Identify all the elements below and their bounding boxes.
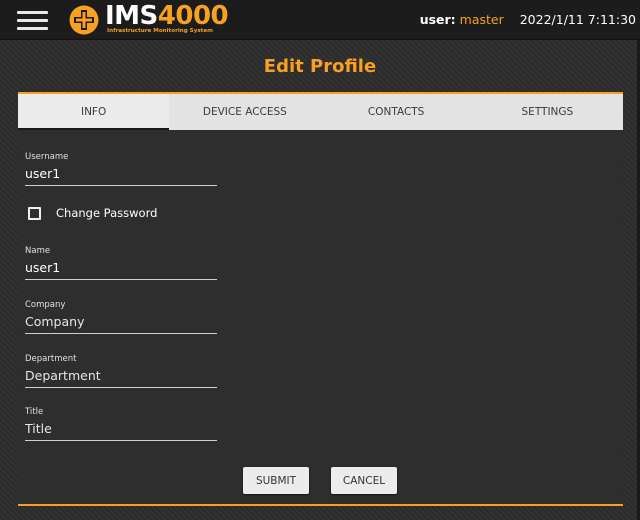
name-field-group: Name <box>25 246 217 280</box>
logo-wordmark: IMS4000 <box>105 1 229 31</box>
checkbox-unchecked-icon[interactable] <box>28 206 41 220</box>
current-username[interactable]: master <box>460 12 504 27</box>
hamburger-menu-icon[interactable] <box>17 11 48 31</box>
department-input[interactable] <box>25 367 217 388</box>
ims-logo-icon <box>69 5 99 35</box>
username-label: Username <box>25 152 69 162</box>
department-label: Department <box>25 354 77 364</box>
name-input[interactable] <box>25 259 217 280</box>
company-input[interactable] <box>25 313 217 334</box>
edit-profile-panel: INFO DEVICE ACCESS CONTACTS SETTINGS Use… <box>18 92 623 506</box>
top-bar: IMS4000 Infrastructure Monitoring System… <box>0 0 640 40</box>
submit-button[interactable]: SUBMIT <box>243 467 309 494</box>
username-input[interactable] <box>25 165 217 186</box>
title-label: Title <box>25 407 44 417</box>
tab-contacts[interactable]: CONTACTS <box>321 94 472 130</box>
tab-device-access[interactable]: DEVICE ACCESS <box>169 94 320 130</box>
company-field-group: Company <box>25 300 217 334</box>
datetime-display: 2022/1/11 7:11:30 <box>519 12 636 27</box>
tab-bar: INFO DEVICE ACCESS CONTACTS SETTINGS <box>18 94 623 130</box>
logo-subtitle: Infrastructure Monitoring System <box>107 28 213 34</box>
title-field-group: Title <box>25 407 217 441</box>
tab-info[interactable]: INFO <box>18 94 170 130</box>
name-label: Name <box>25 246 51 256</box>
company-label: Company <box>25 300 66 310</box>
logo-brand: IMS <box>105 1 158 31</box>
logo-number: 4000 <box>157 1 229 31</box>
title-input[interactable] <box>25 420 217 441</box>
change-password-toggle[interactable]: Change Password <box>28 206 157 220</box>
change-password-label: Change Password <box>56 206 158 220</box>
username-field-group: Username <box>25 152 217 186</box>
tab-settings[interactable]: SETTINGS <box>472 94 623 130</box>
user-label: user: <box>419 12 456 27</box>
page-title: Edit Profile <box>263 56 377 77</box>
cancel-button[interactable]: CANCEL <box>331 467 397 494</box>
user-info: user: master 2022/1/11 7:11:30 <box>420 12 636 27</box>
department-field-group: Department <box>25 354 217 388</box>
